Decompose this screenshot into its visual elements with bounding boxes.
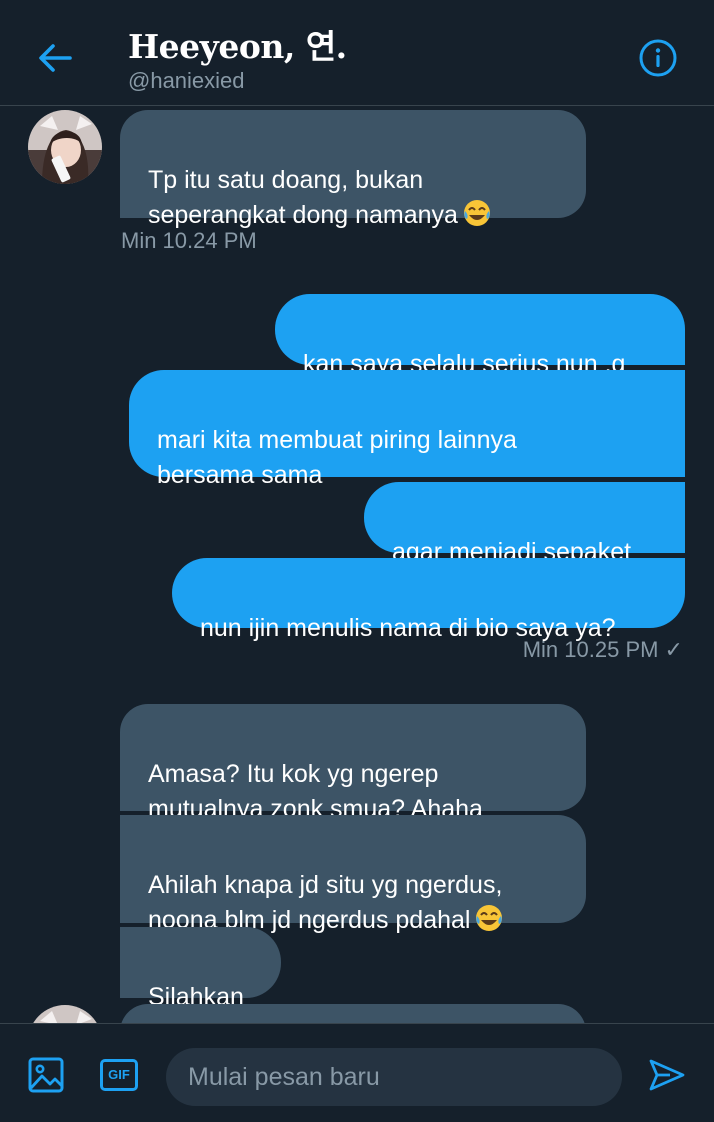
info-icon bbox=[639, 39, 677, 77]
info-button[interactable] bbox=[638, 38, 678, 78]
send-icon bbox=[649, 1059, 685, 1091]
image-icon bbox=[28, 1057, 64, 1093]
conversation-handle[interactable]: @haniexied bbox=[128, 68, 245, 94]
message-input[interactable]: Mulai pesan baru bbox=[166, 1048, 622, 1106]
avatar[interactable] bbox=[28, 1005, 102, 1023]
outgoing-message[interactable]: nun ijin menulis nama di bio saya ya? bbox=[172, 558, 685, 642]
conversation-title[interactable]: Heeyeon, 연. bbox=[128, 20, 347, 68]
send-button[interactable] bbox=[648, 1058, 686, 1097]
message-thread[interactable]: Tp itu satu doang, bukan seperangkat don… bbox=[0, 107, 714, 1023]
message-composer: GIF Mulai pesan baru bbox=[0, 1023, 714, 1122]
incoming-message[interactable]: Tp itu satu doang, bukan seperangkat don… bbox=[120, 110, 586, 229]
incoming-message[interactable] bbox=[120, 1004, 586, 1023]
message-text: mari kita membuat piring lainnya bersama… bbox=[157, 426, 517, 489]
incoming-message[interactable]: Amasa? Itu kok yg ngerep mutualnya zonk … bbox=[120, 704, 586, 823]
avatar[interactable] bbox=[28, 110, 102, 184]
message-timestamp: Min 10.25 PM ✓ bbox=[522, 637, 683, 662]
outgoing-message[interactable]: kan saya selalu serius nun .g bbox=[275, 294, 685, 378]
message-text: Tp itu satu doang, bukan seperangkat don… bbox=[148, 166, 458, 229]
message-input-placeholder: Mulai pesan baru bbox=[188, 1063, 380, 1091]
back-button[interactable] bbox=[34, 38, 78, 78]
incoming-message[interactable]: Silahkan bbox=[120, 927, 281, 1011]
gif-button[interactable]: GIF bbox=[100, 1059, 138, 1091]
avatar-image bbox=[28, 1005, 102, 1023]
image-button[interactable] bbox=[28, 1057, 64, 1098]
message-text: Amasa? Itu kok yg ngerep mutualnya zonk … bbox=[148, 760, 483, 823]
laughing-tears-emoji-icon bbox=[462, 198, 492, 228]
arrow-left-icon bbox=[39, 44, 72, 72]
conversation-header: Heeyeon, 연. @haniexied bbox=[0, 0, 714, 106]
incoming-message[interactable]: Ahilah knapa jd situ yg ngerdus, noona b… bbox=[120, 815, 586, 934]
laughing-tears-emoji-icon bbox=[474, 903, 504, 933]
message-text: Ahilah knapa jd situ yg ngerdus, noona b… bbox=[148, 871, 503, 934]
avatar-image bbox=[28, 110, 102, 184]
outgoing-message[interactable]: agar menjadi sepaket bbox=[364, 482, 685, 566]
gif-label: GIF bbox=[108, 1067, 130, 1082]
message-timestamp: Min 10.24 PM bbox=[121, 228, 257, 253]
outgoing-message[interactable]: mari kita membuat piring lainnya bersama… bbox=[129, 370, 685, 489]
